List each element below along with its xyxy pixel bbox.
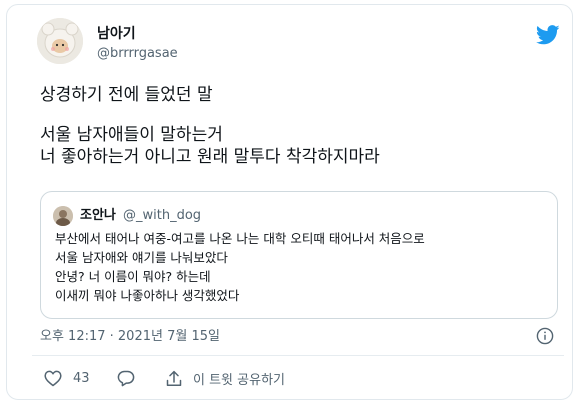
author-handle[interactable]: @brrrrgasae	[97, 46, 178, 62]
tweet-text-line: 너 좋아하는거 아니고 원래 말투다 착각하지마라	[40, 147, 380, 167]
quoted-handle: @_with_dog	[123, 208, 202, 223]
tweet-card: 남아기 @brrrrgasae 상경하기 전에 들었던 말 서울 남자애들이 말…	[6, 4, 573, 400]
twitter-bird-icon[interactable]	[535, 25, 560, 45]
quoted-body-line: 이새끼 뭐야 나좋아하나 생각했었다	[55, 288, 240, 303]
quoted-body-line: 부산에서 태어나 여중-여고를 나온 나는 대학 오티때 태어나서 처음으로	[55, 231, 425, 246]
like-button[interactable]: 43	[44, 368, 90, 388]
author-display-name[interactable]: 남아기	[97, 25, 136, 43]
quoted-avatar	[53, 206, 73, 226]
quoted-body-line: 안녕? 너 이름이 뭐야? 하는데	[55, 269, 211, 284]
divider	[32, 355, 564, 356]
share-label: 이 트윗 공유하기	[193, 372, 285, 388]
reply-icon	[117, 370, 135, 387]
like-count: 43	[73, 370, 90, 386]
info-icon[interactable]	[536, 327, 554, 345]
tweet-timestamp[interactable]: 오후 12:17 · 2021년 7월 15일	[40, 328, 220, 345]
tweet-text-line: 상경하기 전에 들었던 말	[40, 85, 213, 105]
share-button[interactable]: 이 트윗 공유하기	[166, 368, 285, 388]
tweet-text-line: 서울 남자애들이 말하는거	[40, 125, 223, 145]
heart-icon	[44, 370, 62, 387]
quoted-display-name: 조안나	[80, 208, 116, 223]
share-icon	[166, 370, 182, 387]
quoted-body: 부산에서 태어나 여중-여고를 나온 나는 대학 오티때 태어나서 처음으로 서…	[55, 229, 550, 305]
quoted-body-line: 서울 남자애와 얘기를 나눠보았다	[55, 250, 228, 265]
reply-button[interactable]	[117, 368, 135, 388]
quoted-tweet[interactable]: 조안나 @_with_dog 부산에서 태어나 여중-여고를 나온 나는 대학 …	[40, 191, 558, 319]
tweet-text: 상경하기 전에 들었던 말 서울 남자애들이 말하는거 너 좋아하는거 아니고 …	[40, 84, 570, 168]
avatar[interactable]	[37, 18, 83, 64]
